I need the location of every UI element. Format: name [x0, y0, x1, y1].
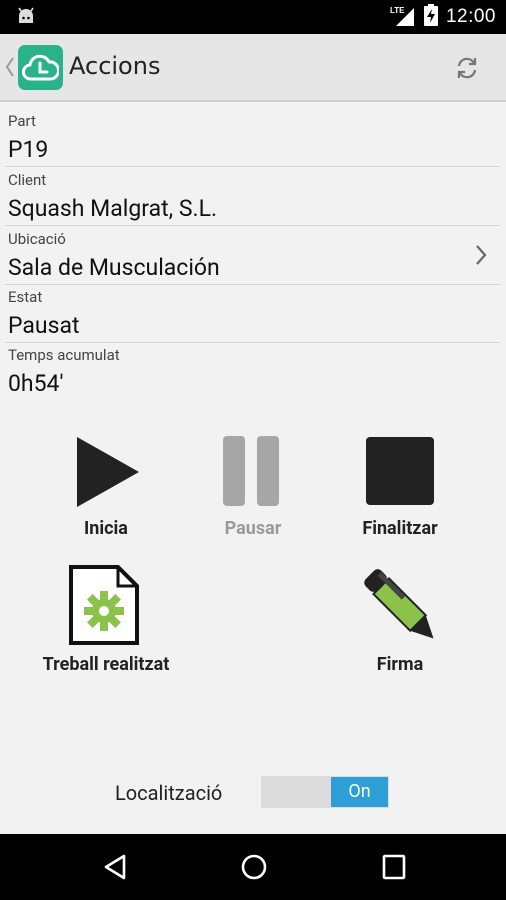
field-status: Estat Pausat — [0, 284, 506, 342]
field-value: P19 — [8, 136, 49, 163]
pause-button[interactable]: Pausar — [173, 434, 333, 544]
lte-signal-icon: LTE — [390, 6, 416, 28]
action-bar: Accions — [0, 34, 506, 102]
field-location-row[interactable]: Ubicació Sala de Musculación — [0, 225, 506, 284]
document-gear-icon — [68, 564, 140, 650]
pause-icon — [223, 436, 281, 510]
work-done-label: Treball realitzat — [42, 654, 170, 675]
work-done-button[interactable]: Treball realitzat — [26, 564, 186, 680]
field-label: Estat — [8, 288, 43, 306]
chevron-right-icon[interactable] — [474, 244, 488, 270]
finish-label: Finalitzar — [362, 518, 438, 539]
signature-button[interactable]: Firma — [320, 564, 480, 680]
back-chevron-icon[interactable] — [5, 56, 15, 82]
pen-icon — [360, 566, 442, 650]
toggle-state-label: On — [331, 777, 388, 807]
refresh-icon[interactable] — [455, 56, 479, 84]
start-button[interactable]: Inicia — [26, 434, 186, 544]
battery-charging-icon — [423, 4, 438, 30]
status-bar: LTE 12:00 — [0, 0, 506, 34]
field-value: Pausat — [8, 312, 80, 339]
field-client: Client Squash Malgrat, S.L. — [0, 166, 506, 225]
play-icon — [76, 436, 140, 512]
field-label: Part — [8, 112, 36, 130]
android-notification-icon — [16, 7, 36, 29]
pause-label: Pausar — [224, 518, 282, 539]
field-part: Part P19 — [0, 104, 506, 166]
page-title: Accions — [69, 52, 161, 80]
field-label: Client — [8, 171, 47, 189]
location-toggle[interactable]: On — [261, 776, 389, 808]
back-icon[interactable] — [102, 853, 128, 885]
navigation-bar — [0, 834, 506, 900]
field-value: 0h54' — [8, 370, 64, 397]
recent-apps-icon[interactable] — [381, 853, 407, 885]
finish-button[interactable]: Finalitzar — [320, 434, 480, 544]
location-label: Localització — [115, 781, 223, 805]
field-label: Ubicació — [8, 230, 66, 248]
start-label: Inicia — [84, 518, 128, 539]
app-logo-cloud-clock-icon[interactable] — [18, 45, 63, 90]
field-label: Temps acumulat — [8, 346, 120, 364]
signature-label: Firma — [376, 654, 424, 675]
field-value: Sala de Musculación — [8, 254, 220, 281]
clock: 12:00 — [445, 6, 496, 27]
home-icon[interactable] — [240, 853, 268, 885]
stop-icon — [365, 436, 435, 510]
field-value: Squash Malgrat, S.L. — [8, 195, 218, 222]
field-accumulated-time: Temps acumulat 0h54' — [0, 342, 506, 400]
